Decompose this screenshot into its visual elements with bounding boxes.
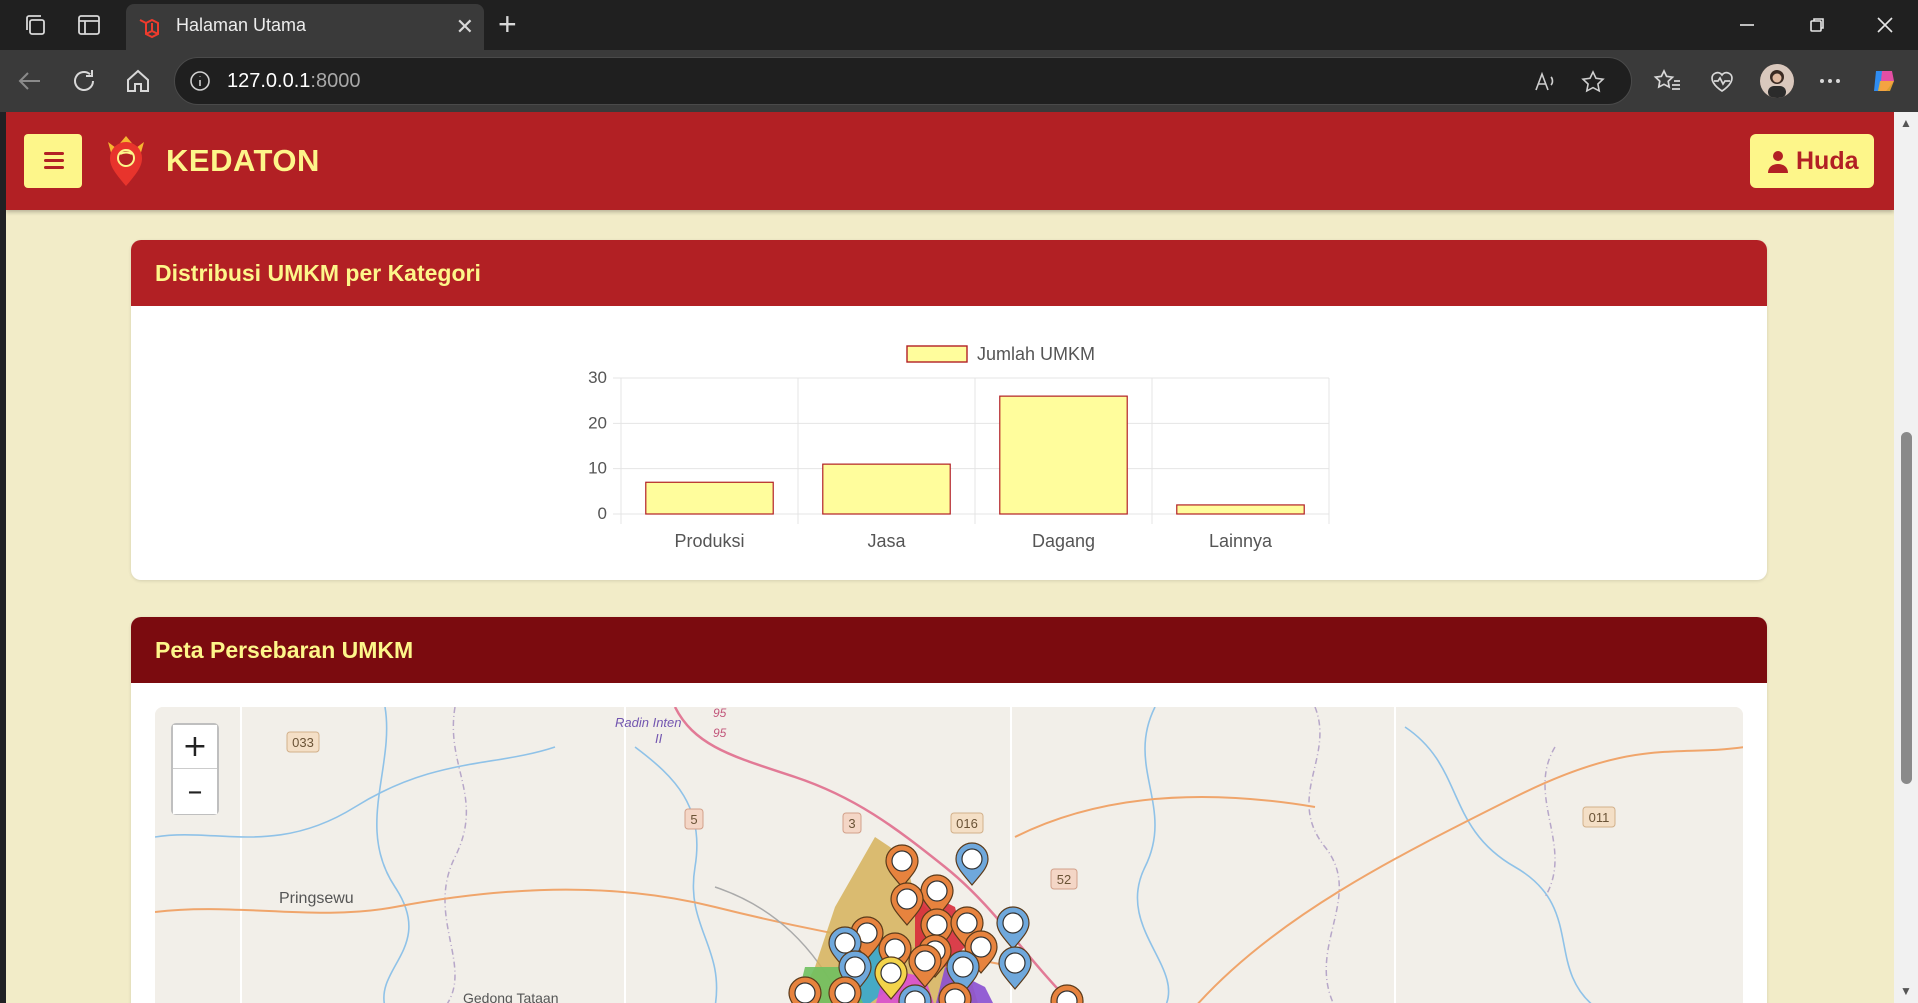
umkm-marker-icon (880, 962, 902, 984)
read-aloud-icon[interactable] (1531, 68, 1559, 96)
workspaces-icon[interactable] (22, 12, 48, 38)
close-tab-icon[interactable]: ✕ (456, 14, 474, 40)
map-label-gedong-tataan: Gedong Tataan (463, 990, 559, 1003)
chart-x-tick-label: Dagang (1032, 531, 1095, 551)
chart-y-tick-label: 20 (588, 413, 607, 432)
map-label-radin-inten: Radin Inten (615, 715, 682, 730)
scroll-up-icon[interactable]: ▲ (1899, 116, 1913, 130)
chart-bar-produksi (645, 481, 774, 515)
chart-legend-swatch (906, 345, 968, 363)
tab-actions-icon[interactable] (76, 12, 102, 38)
chart-x-tick-label: Produksi (674, 531, 744, 551)
umkm-marker-icon (1002, 912, 1024, 934)
tab-title: Halaman Utama (176, 15, 307, 35)
copilot-icon[interactable] (1868, 65, 1900, 97)
map-road-5: 5 (690, 812, 697, 827)
map-road-3: 3 (848, 816, 855, 831)
umkm-marker-icon (891, 850, 913, 872)
umkm-marker-icon (970, 936, 992, 958)
category-distribution-card: Distribusi UMKM per Kategori 0 10 20 30 Prod… (131, 240, 1767, 580)
map-card-title: Peta Persebaran UMKM (155, 636, 414, 663)
umkm-marker-icon (844, 956, 866, 978)
category-card-header: Distribusi UMKM per Kategori (131, 240, 1767, 306)
refresh-icon[interactable] (68, 65, 100, 97)
map-label-ii: II (655, 731, 663, 746)
favorite-star-icon[interactable] (1579, 68, 1607, 96)
umkm-marker-icon (896, 888, 918, 910)
page-scrollbar[interactable]: ▲ ▼ (1894, 112, 1918, 1003)
hamburger-menu-button[interactable] (24, 134, 82, 188)
browser-essentials-icon[interactable] (1706, 65, 1738, 97)
address-bar[interactable]: 127.0.0.1:8000 (174, 57, 1632, 105)
chart-y-tick-label: 0 (598, 504, 607, 523)
map-label-pringsewu: Pringsewu (279, 890, 354, 907)
chart-bar-jasa (822, 463, 951, 515)
umkm-distribution-map[interactable]: 033 016 011 52 5 3 95 95 79 74 Radin Int… (155, 707, 1743, 1003)
brand-name: KEDATON (166, 143, 320, 178)
map-road-95b: 95 (713, 726, 727, 740)
umkm-marker-icon (884, 938, 906, 960)
umkm-marker-icon (956, 912, 978, 934)
category-bar-chart: 0 10 20 30 Produksi Jasa Dagang Lainnya Jumlah U… (588, 344, 1330, 551)
page-viewport: KEDATON Huda Distribusi UMKM per Kategor… (6, 112, 1894, 1003)
umkm-marker-icon (834, 932, 856, 954)
chart-y-tick-label: 10 (588, 459, 607, 478)
map-tiles: 033 016 011 52 5 3 95 95 79 74 Radin Int… (155, 707, 1743, 1003)
umkm-marker-icon (794, 982, 816, 1003)
map-road-52: 52 (1057, 872, 1071, 887)
kedaton-logo-icon (108, 136, 144, 186)
map-road-033: 033 (292, 735, 314, 750)
umkm-marker-icon (961, 848, 983, 870)
chart-bar-lainnya (1176, 504, 1305, 515)
zoom-in-button[interactable]: + (173, 725, 217, 769)
back-icon[interactable] (14, 65, 46, 97)
user-menu-button[interactable]: Huda (1750, 134, 1874, 188)
scroll-down-icon[interactable]: ▼ (1899, 984, 1913, 998)
app-header: KEDATON Huda (6, 112, 1894, 210)
browser-tab-active[interactable]: Halaman Utama ✕ (126, 4, 484, 50)
favorites-icon[interactable] (1652, 65, 1684, 97)
map-road-011: 011 (1589, 810, 1610, 825)
new-tab-icon[interactable]: + (498, 8, 517, 40)
close-window-icon[interactable] (1870, 10, 1900, 40)
umkm-marker-icon (834, 982, 856, 1003)
category-chart-area: 0 10 20 30 Produksi Jasa Dagang Lainnya Jumlah U… (131, 306, 1767, 580)
minimize-icon[interactable] (1732, 10, 1762, 40)
browser-titlebar: Halaman Utama ✕ + (0, 0, 1918, 50)
user-name: Huda (1796, 147, 1859, 175)
map-road-016: 016 (956, 816, 978, 831)
umkm-marker-icon (926, 914, 948, 936)
user-icon (1768, 151, 1788, 173)
category-card-title: Distribusi UMKM per Kategori (155, 259, 481, 286)
more-options-icon[interactable] (1814, 65, 1846, 97)
profile-photo-icon (1760, 64, 1794, 98)
restore-icon[interactable] (1802, 10, 1832, 40)
scroll-thumb[interactable] (1901, 432, 1912, 784)
site-info-icon[interactable] (189, 70, 211, 92)
map-road-95: 95 (713, 707, 727, 720)
umkm-marker-icon (952, 956, 974, 978)
url-text: 127.0.0.1:8000 (227, 70, 361, 92)
umkm-marker-icon (914, 950, 936, 972)
laravel-favicon-icon (139, 18, 159, 39)
browser-toolbar: 127.0.0.1:8000 (0, 50, 1918, 112)
map-card-header: Peta Persebaran UMKM (131, 617, 1767, 683)
umkm-marker-icon (1004, 952, 1026, 974)
umkm-map-card: Peta Persebaran UMKM 033 016 011 52 5 3 … (131, 617, 1767, 1003)
chart-bar-dagang (999, 395, 1128, 515)
zoom-out-button[interactable]: – (173, 770, 217, 814)
chart-x-tick-label: Jasa (867, 531, 906, 551)
umkm-marker-icon (926, 880, 948, 902)
home-icon[interactable] (122, 65, 154, 97)
umkm-marker-icon (944, 988, 966, 1003)
chart-x-tick-label: Lainnya (1209, 531, 1273, 551)
chart-y-tick-label: 30 (588, 368, 607, 387)
map-zoom-control: + – (171, 723, 219, 815)
chart-legend-label: Jumlah UMKM (977, 344, 1095, 364)
profile-avatar[interactable] (1760, 64, 1794, 98)
